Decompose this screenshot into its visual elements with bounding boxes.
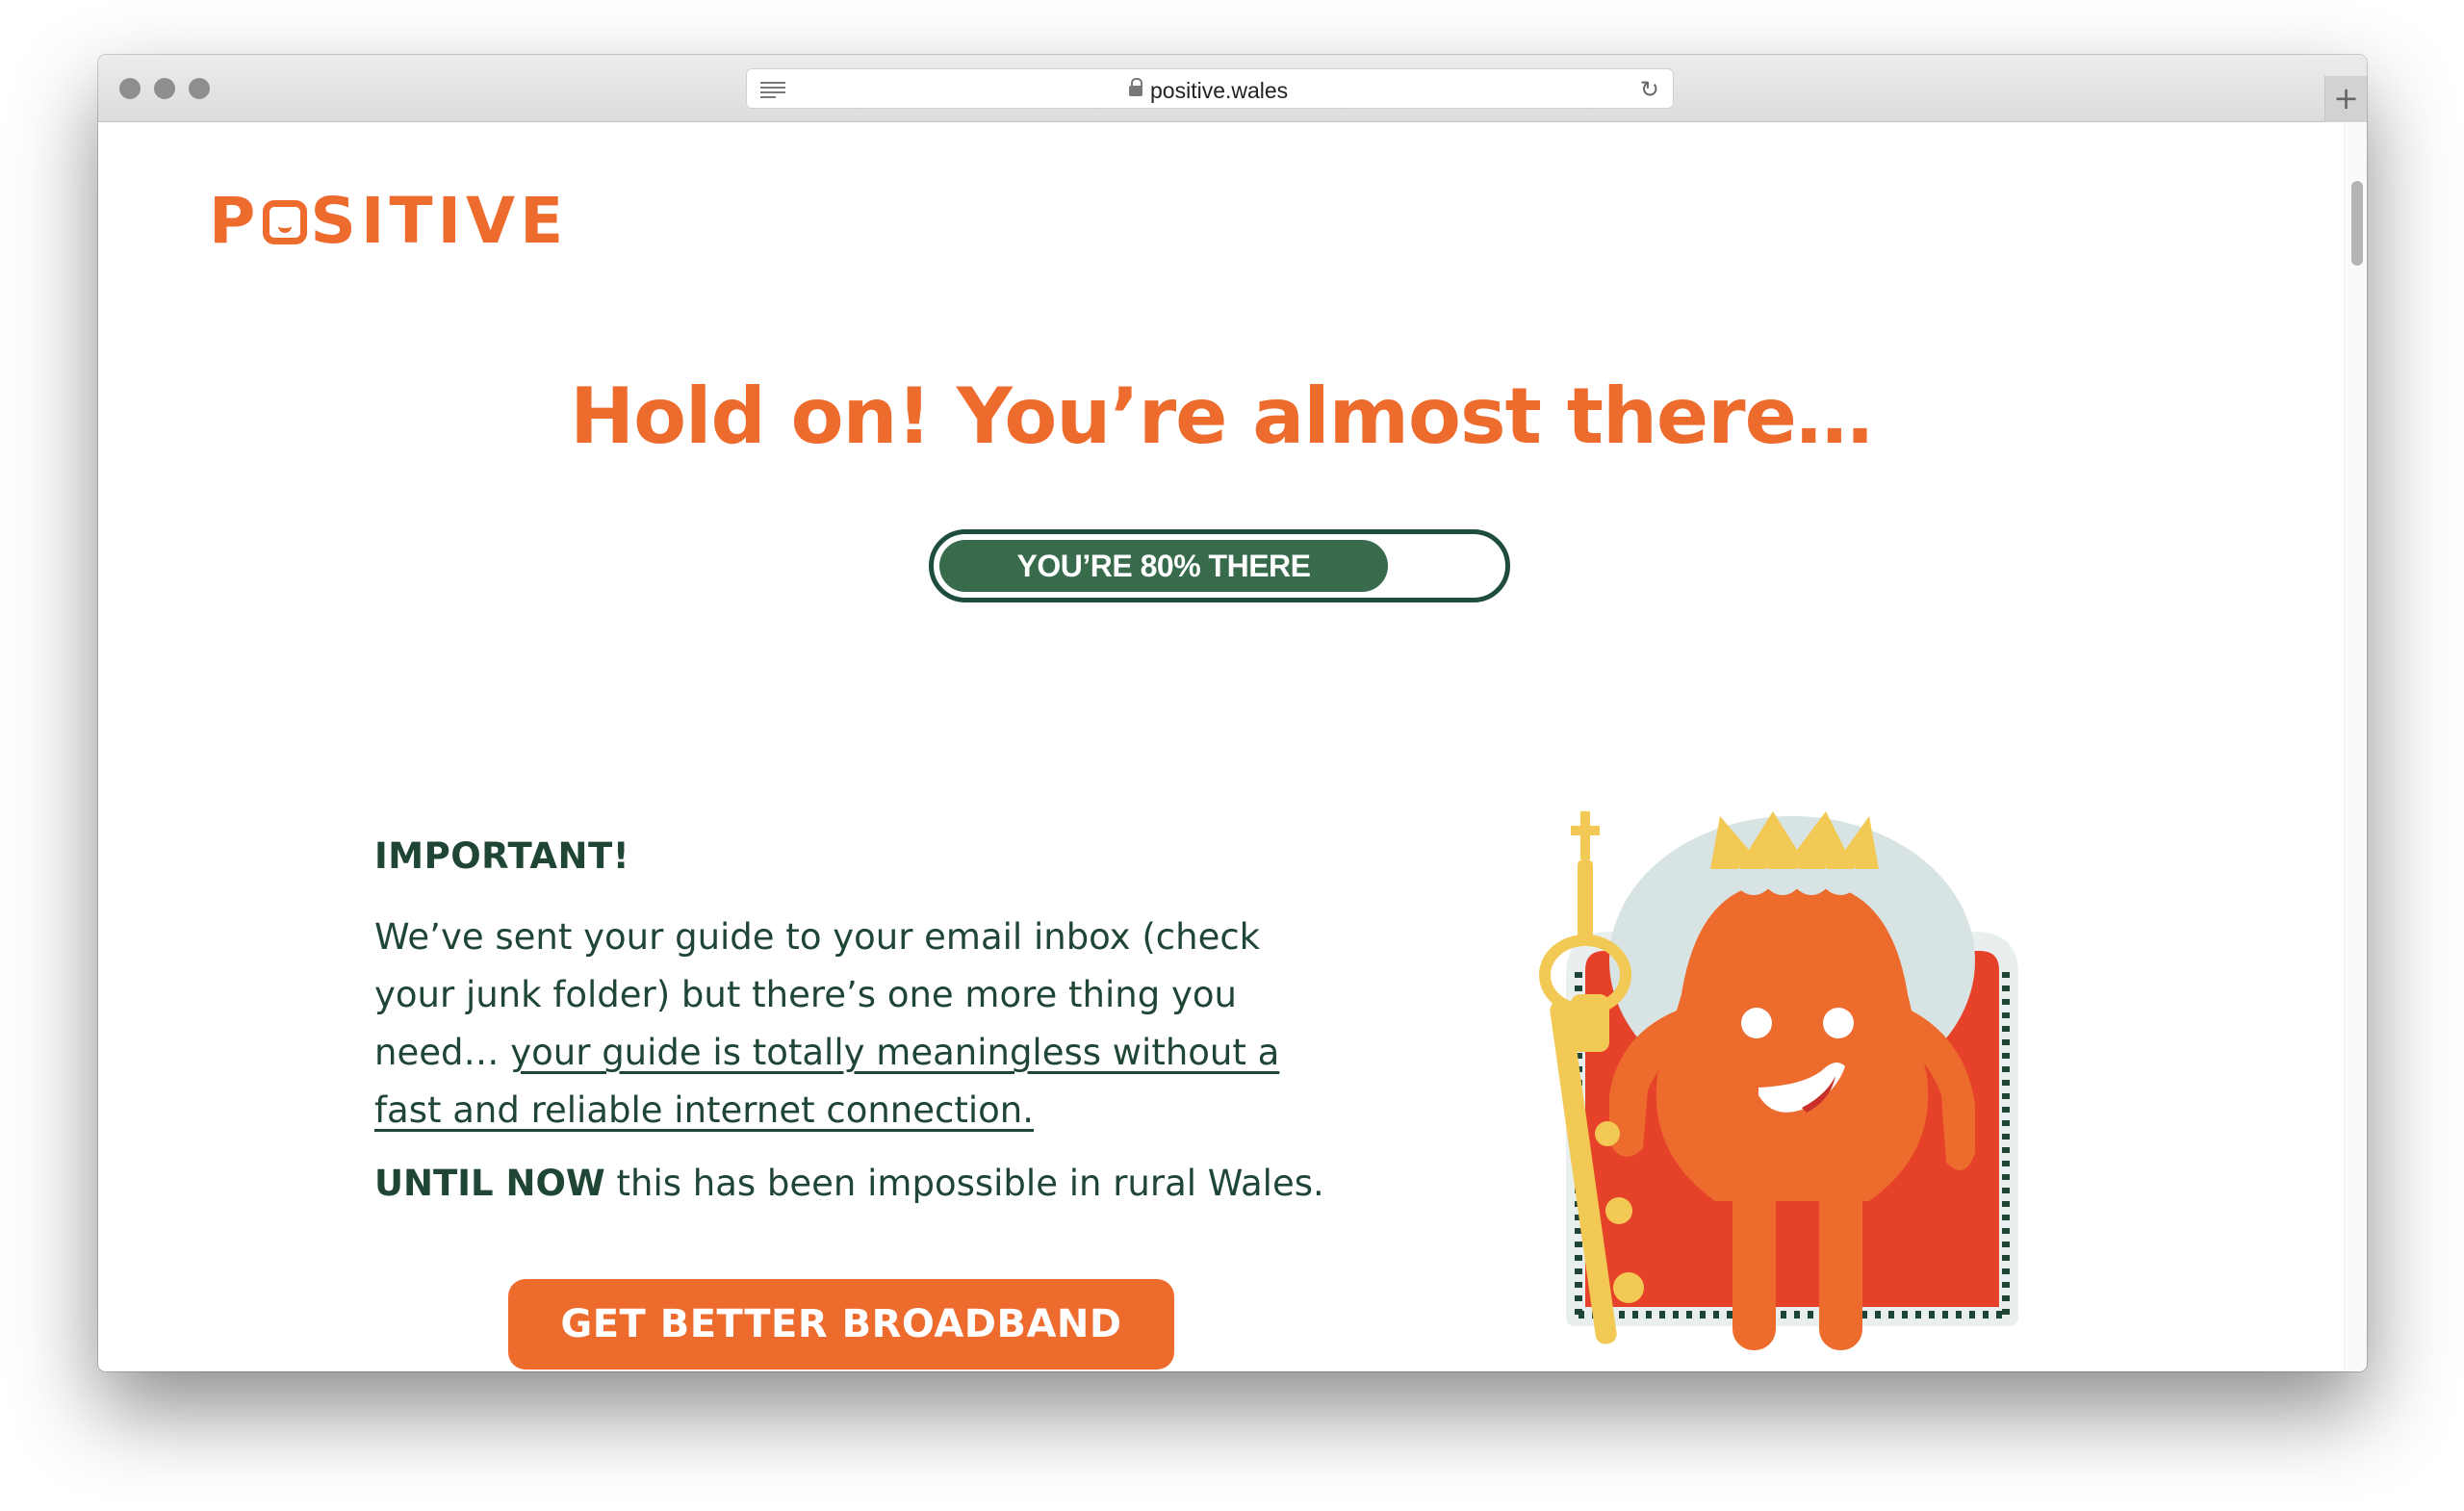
important-heading: IMPORTANT! [374, 835, 630, 877]
king-mascot-illustration [1539, 811, 2018, 1350]
logo-face-icon [263, 200, 308, 244]
browser-titlebar: positive.wales ↻ + [98, 55, 2367, 122]
mascot-right-leg [1819, 1172, 1862, 1350]
close-window-button[interactable] [119, 78, 141, 99]
main-message: IMPORTANT! We’ve sent your guide to your… [374, 835, 1337, 1213]
page-headline: Hold on! You’re almost there… [570, 371, 1873, 461]
positive-logo[interactable]: P SITIVE [209, 184, 568, 258]
browser-window: positive.wales ↻ + P SITIVE Hold on! You’… [98, 55, 2367, 1371]
reload-icon[interactable]: ↻ [1640, 78, 1659, 101]
plus-icon[interactable]: + [2324, 76, 2367, 122]
guide-paragraph-link[interactable]: your guide is totally meaningless withou… [374, 1032, 1279, 1131]
until-now-rest: this has been impossible in rural Wales. [604, 1163, 1324, 1204]
until-now-text: UNTIL NOW this has been impossible in ru… [374, 1155, 1337, 1213]
mascot-left-leg [1732, 1172, 1776, 1350]
progress-bar: YOU’RE 80% THERE [929, 529, 1510, 602]
mascot-left-eye [1741, 1008, 1772, 1038]
reader-icon[interactable] [760, 82, 785, 98]
get-broadband-button[interactable]: GET BETTER BROADBAND NOW [508, 1279, 1174, 1370]
url-text[interactable]: positive.wales [1150, 78, 1288, 104]
minimize-window-button[interactable] [154, 78, 175, 99]
address-bar[interactable]: positive.wales ↻ [746, 68, 1674, 109]
until-now-bold: UNTIL NOW [374, 1163, 605, 1204]
progress-label: YOU’RE 80% THERE [1016, 549, 1311, 583]
zoom-window-button[interactable] [189, 78, 210, 99]
page-scrollbar[interactable] [2344, 123, 2367, 1371]
scroll-thumb[interactable] [2351, 181, 2363, 266]
mascot-right-eye [1823, 1008, 1854, 1038]
guide-paragraph: We’ve sent your guide to your email inbo… [374, 909, 1327, 1140]
wig-scallops [1705, 867, 1886, 895]
lock-icon [1129, 78, 1142, 97]
page-content: P SITIVE Hold on! You’re almost there… YO… [98, 123, 2344, 1371]
